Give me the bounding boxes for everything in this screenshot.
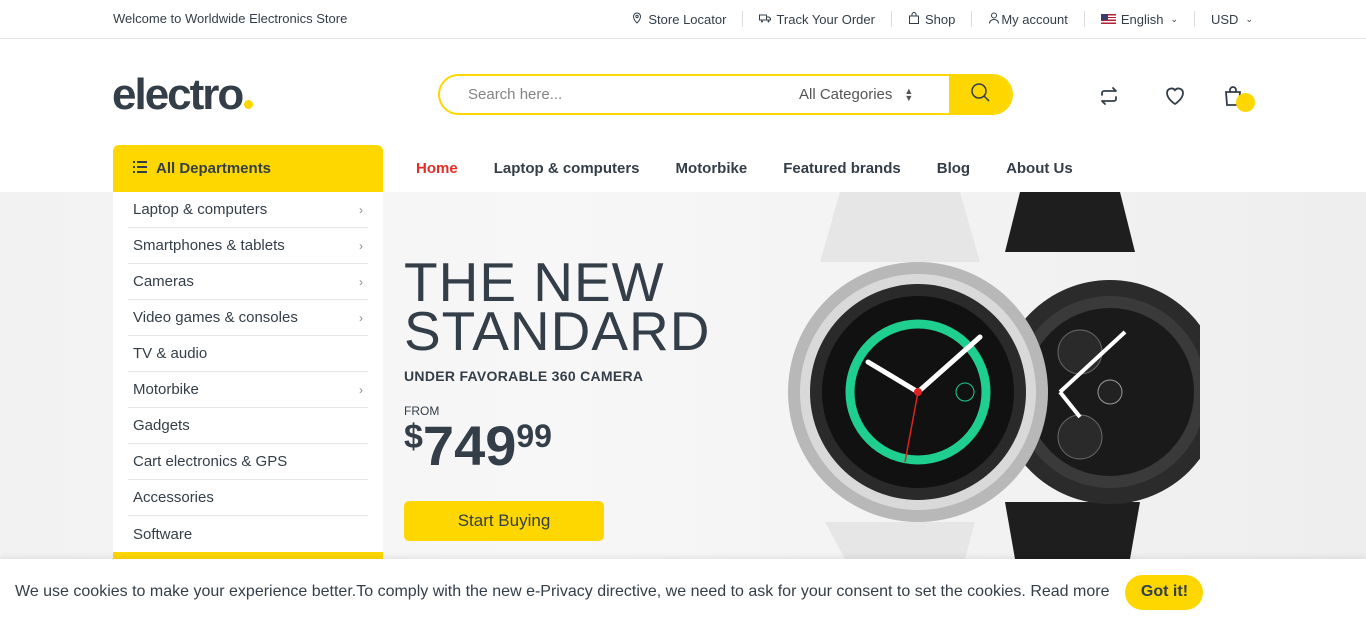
cookie-consent-bar: We use cookies to make your experience b… bbox=[0, 559, 1366, 625]
us-flag-icon bbox=[1100, 14, 1116, 24]
store-locator-link[interactable]: Store Locator bbox=[615, 11, 742, 27]
nav-featured-brands[interactable]: Featured brands bbox=[765, 160, 919, 177]
list-icon bbox=[133, 160, 147, 177]
search-bar: All Categories ▲▼ bbox=[438, 74, 1013, 115]
sidebar-item-label: Software bbox=[133, 525, 193, 543]
sidebar-item-motorbike[interactable]: Motorbike › bbox=[128, 372, 368, 408]
sidebar-item-label: Motorbike bbox=[133, 381, 199, 398]
all-departments-label: All Departments bbox=[156, 160, 272, 177]
shop-label: Shop bbox=[924, 11, 956, 27]
store-locator-label: Store Locator bbox=[648, 11, 727, 27]
chevron-right-icon: › bbox=[359, 202, 363, 217]
shop-link[interactable]: Shop bbox=[890, 11, 971, 27]
hero-title-line-2: STANDARD bbox=[404, 300, 711, 362]
logo-text: electro bbox=[112, 70, 244, 119]
header-icons bbox=[1097, 84, 1245, 108]
smartwatch-product-image bbox=[788, 192, 1200, 559]
chevron-right-icon: › bbox=[359, 238, 363, 253]
user-icon bbox=[988, 12, 1000, 27]
select-arrows-icon: ▲ ▼ bbox=[904, 85, 914, 103]
chevron-right-icon: › bbox=[359, 274, 363, 289]
language-label: English bbox=[1120, 11, 1164, 27]
search-button[interactable] bbox=[949, 76, 1011, 113]
departments-sidebar: Laptop & computers › Smartphones & tablet… bbox=[113, 192, 383, 559]
track-order-label: Track Your Order bbox=[776, 11, 875, 27]
start-buying-button[interactable]: Start Buying bbox=[404, 501, 604, 541]
cookie-accept-button[interactable]: Got it! bbox=[1125, 574, 1204, 610]
sidebar-item-smartphones-tablets[interactable]: Smartphones & tablets › bbox=[128, 228, 368, 264]
top-links: Store Locator Track Your Order Shop My a… bbox=[615, 0, 1253, 38]
hero-price: $ 749 99 bbox=[404, 414, 552, 478]
sidebar-item-video-games-consoles[interactable]: Video games & consoles › bbox=[128, 300, 368, 336]
logo-dot bbox=[244, 100, 254, 109]
nav-laptop-computers[interactable]: Laptop & computers bbox=[476, 160, 658, 177]
sidebar-item-gadgets[interactable]: Gadgets bbox=[128, 408, 368, 444]
sidebar-item-label: Cart electronics & GPS bbox=[133, 453, 288, 470]
category-select-label: All Categories bbox=[799, 86, 893, 103]
language-selector[interactable]: English ⌄ bbox=[1083, 11, 1194, 27]
nav-motorbike[interactable]: Motorbike bbox=[658, 160, 766, 177]
truck-icon bbox=[759, 12, 772, 27]
price-currency: $ bbox=[404, 418, 423, 456]
sidebar-item-cameras[interactable]: Cameras › bbox=[128, 264, 368, 300]
cookie-message: We use cookies to make your experience b… bbox=[15, 583, 1110, 600]
sidebar-item-label: Cameras bbox=[133, 273, 194, 290]
currency-label: USD bbox=[1211, 11, 1239, 27]
welcome-text: Welcome to Worldwide Electronics Store bbox=[113, 11, 348, 26]
all-departments-button[interactable]: All Departments bbox=[113, 145, 383, 192]
sidebar-item-accessories[interactable]: Accessories bbox=[128, 480, 368, 516]
hero-subtitle: UNDER FAVORABLE 360 CAMERA bbox=[404, 368, 644, 384]
sidebar-item-label: Laptop & computers bbox=[133, 201, 268, 218]
track-order-link[interactable]: Track Your Order bbox=[742, 11, 891, 27]
nav-home[interactable]: Home bbox=[398, 160, 476, 177]
sidebar-item-label: Accessories bbox=[133, 489, 214, 506]
cart-count-badge bbox=[1236, 93, 1255, 112]
my-account-link[interactable]: My account bbox=[971, 11, 1083, 27]
sidebar-item-tv-audio[interactable]: TV & audio bbox=[128, 336, 368, 372]
category-select[interactable]: All Categories ▲ ▼ bbox=[799, 76, 949, 113]
currency-selector[interactable]: USD ⌄ bbox=[1194, 11, 1253, 27]
map-pin-icon bbox=[631, 11, 643, 27]
sidebar-item-laptop-computers[interactable]: Laptop & computers › bbox=[128, 192, 368, 228]
chevron-right-icon: › bbox=[359, 310, 363, 325]
chevron-down-icon: ⌄ bbox=[1245, 13, 1253, 24]
main-nav: Home Laptop & computers Motorbike Featur… bbox=[398, 145, 1091, 192]
sidebar-item-software[interactable]: Software bbox=[128, 516, 368, 552]
site-logo[interactable]: electro bbox=[112, 70, 254, 120]
price-decimals: 99 bbox=[516, 418, 552, 454]
price-integer: 749 bbox=[422, 414, 517, 477]
sidebar-item-cart-electronics-gps[interactable]: Cart electronics & GPS bbox=[128, 444, 368, 480]
search-input[interactable] bbox=[440, 76, 799, 113]
search-icon bbox=[969, 81, 991, 108]
sidebar-item-label: Video games & consoles bbox=[133, 309, 298, 326]
my-account-label: My account bbox=[1001, 11, 1068, 27]
sidebar-item-label: Smartphones & tablets bbox=[133, 237, 285, 254]
chevron-down-icon: ⌄ bbox=[1170, 13, 1178, 24]
sidebar-footer-bar bbox=[113, 552, 383, 559]
heart-icon[interactable] bbox=[1163, 84, 1187, 108]
nav-blog[interactable]: Blog bbox=[919, 160, 988, 177]
sidebar-item-label: TV & audio bbox=[133, 345, 208, 362]
shopping-bag-small-icon bbox=[908, 11, 920, 27]
hero-title: THE NEW STANDARD bbox=[404, 255, 710, 359]
sidebar-item-label: Gadgets bbox=[133, 417, 190, 434]
nav-about-us[interactable]: About Us bbox=[988, 160, 1091, 177]
chevron-right-icon: › bbox=[359, 382, 363, 397]
compare-icon[interactable] bbox=[1097, 84, 1121, 108]
top-bar: Welcome to Worldwide Electronics Store S… bbox=[0, 0, 1366, 39]
